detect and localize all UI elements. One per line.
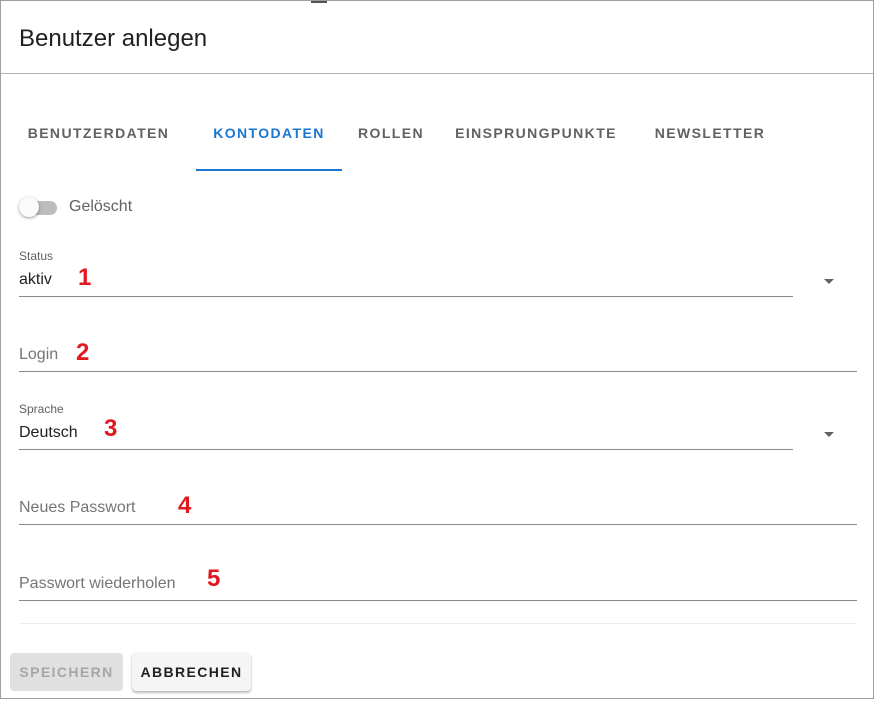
cancel-button[interactable]: ABBRECHEN (132, 653, 251, 691)
scroll-fade-divider (19, 623, 857, 624)
tab-label: BENUTZERDATEN (27, 125, 170, 141)
deleted-toggle-label: Gelöscht (69, 198, 133, 215)
annotation-marker-4: 4 (178, 492, 192, 519)
status-underline (19, 296, 793, 297)
new-password-input[interactable]: Neues Passwort 4 (19, 494, 857, 526)
tab-label: ROLLEN (358, 125, 424, 141)
tab-label: NEWSLETTER (654, 125, 766, 141)
window-edge-mark (311, 1, 327, 3)
annotation-marker-1: 1 (78, 264, 92, 291)
active-tab-indicator (196, 169, 342, 171)
tab-benutzerdaten[interactable]: BENUTZERDATEN (19, 97, 178, 171)
repeat-password-placeholder: Passwort wiederholen (19, 575, 176, 592)
language-label: Sprache (19, 402, 64, 416)
tab-newsletter[interactable]: NEWSLETTER (649, 97, 771, 171)
language-value: Deutsch (19, 424, 78, 441)
new-password-placeholder: Neues Passwort (19, 499, 136, 516)
tab-kontodaten[interactable]: KONTODATEN (196, 97, 342, 171)
caret-down-icon[interactable] (824, 279, 834, 284)
save-button[interactable]: SPEICHERN (10, 653, 123, 691)
create-user-dialog: Benutzer anlegen BENUTZERDATEN KONTODATE… (0, 0, 874, 699)
annotation-marker-3: 3 (104, 415, 118, 442)
repeat-password-underline (19, 600, 857, 601)
status-select[interactable]: Status aktiv 1 (19, 249, 857, 297)
dialog-title: Benutzer anlegen (19, 25, 208, 52)
tab-einsprungpunkte[interactable]: EINSPRUNGPUNKTE (451, 97, 621, 171)
tab-label: EINSPRUNGPUNKTE (455, 125, 617, 141)
repeat-password-input[interactable]: Passwort wiederholen 5 (19, 565, 857, 602)
login-underline (19, 371, 857, 372)
title-divider (1, 73, 873, 74)
annotation-marker-5: 5 (207, 565, 221, 592)
annotation-marker-2: 2 (76, 339, 90, 366)
login-placeholder: Login (19, 346, 59, 363)
toggle-thumb[interactable] (19, 197, 39, 217)
tab-label: KONTODATEN (213, 125, 325, 141)
status-value: aktiv (19, 271, 52, 288)
status-label: Status (19, 249, 54, 263)
caret-down-icon[interactable] (824, 432, 834, 437)
login-input[interactable]: Login 2 (19, 341, 857, 373)
tab-rollen[interactable]: ROLLEN (358, 97, 424, 171)
language-underline (19, 449, 793, 450)
new-password-underline (19, 524, 857, 525)
language-select[interactable]: Sprache Deutsch 3 (19, 402, 857, 450)
